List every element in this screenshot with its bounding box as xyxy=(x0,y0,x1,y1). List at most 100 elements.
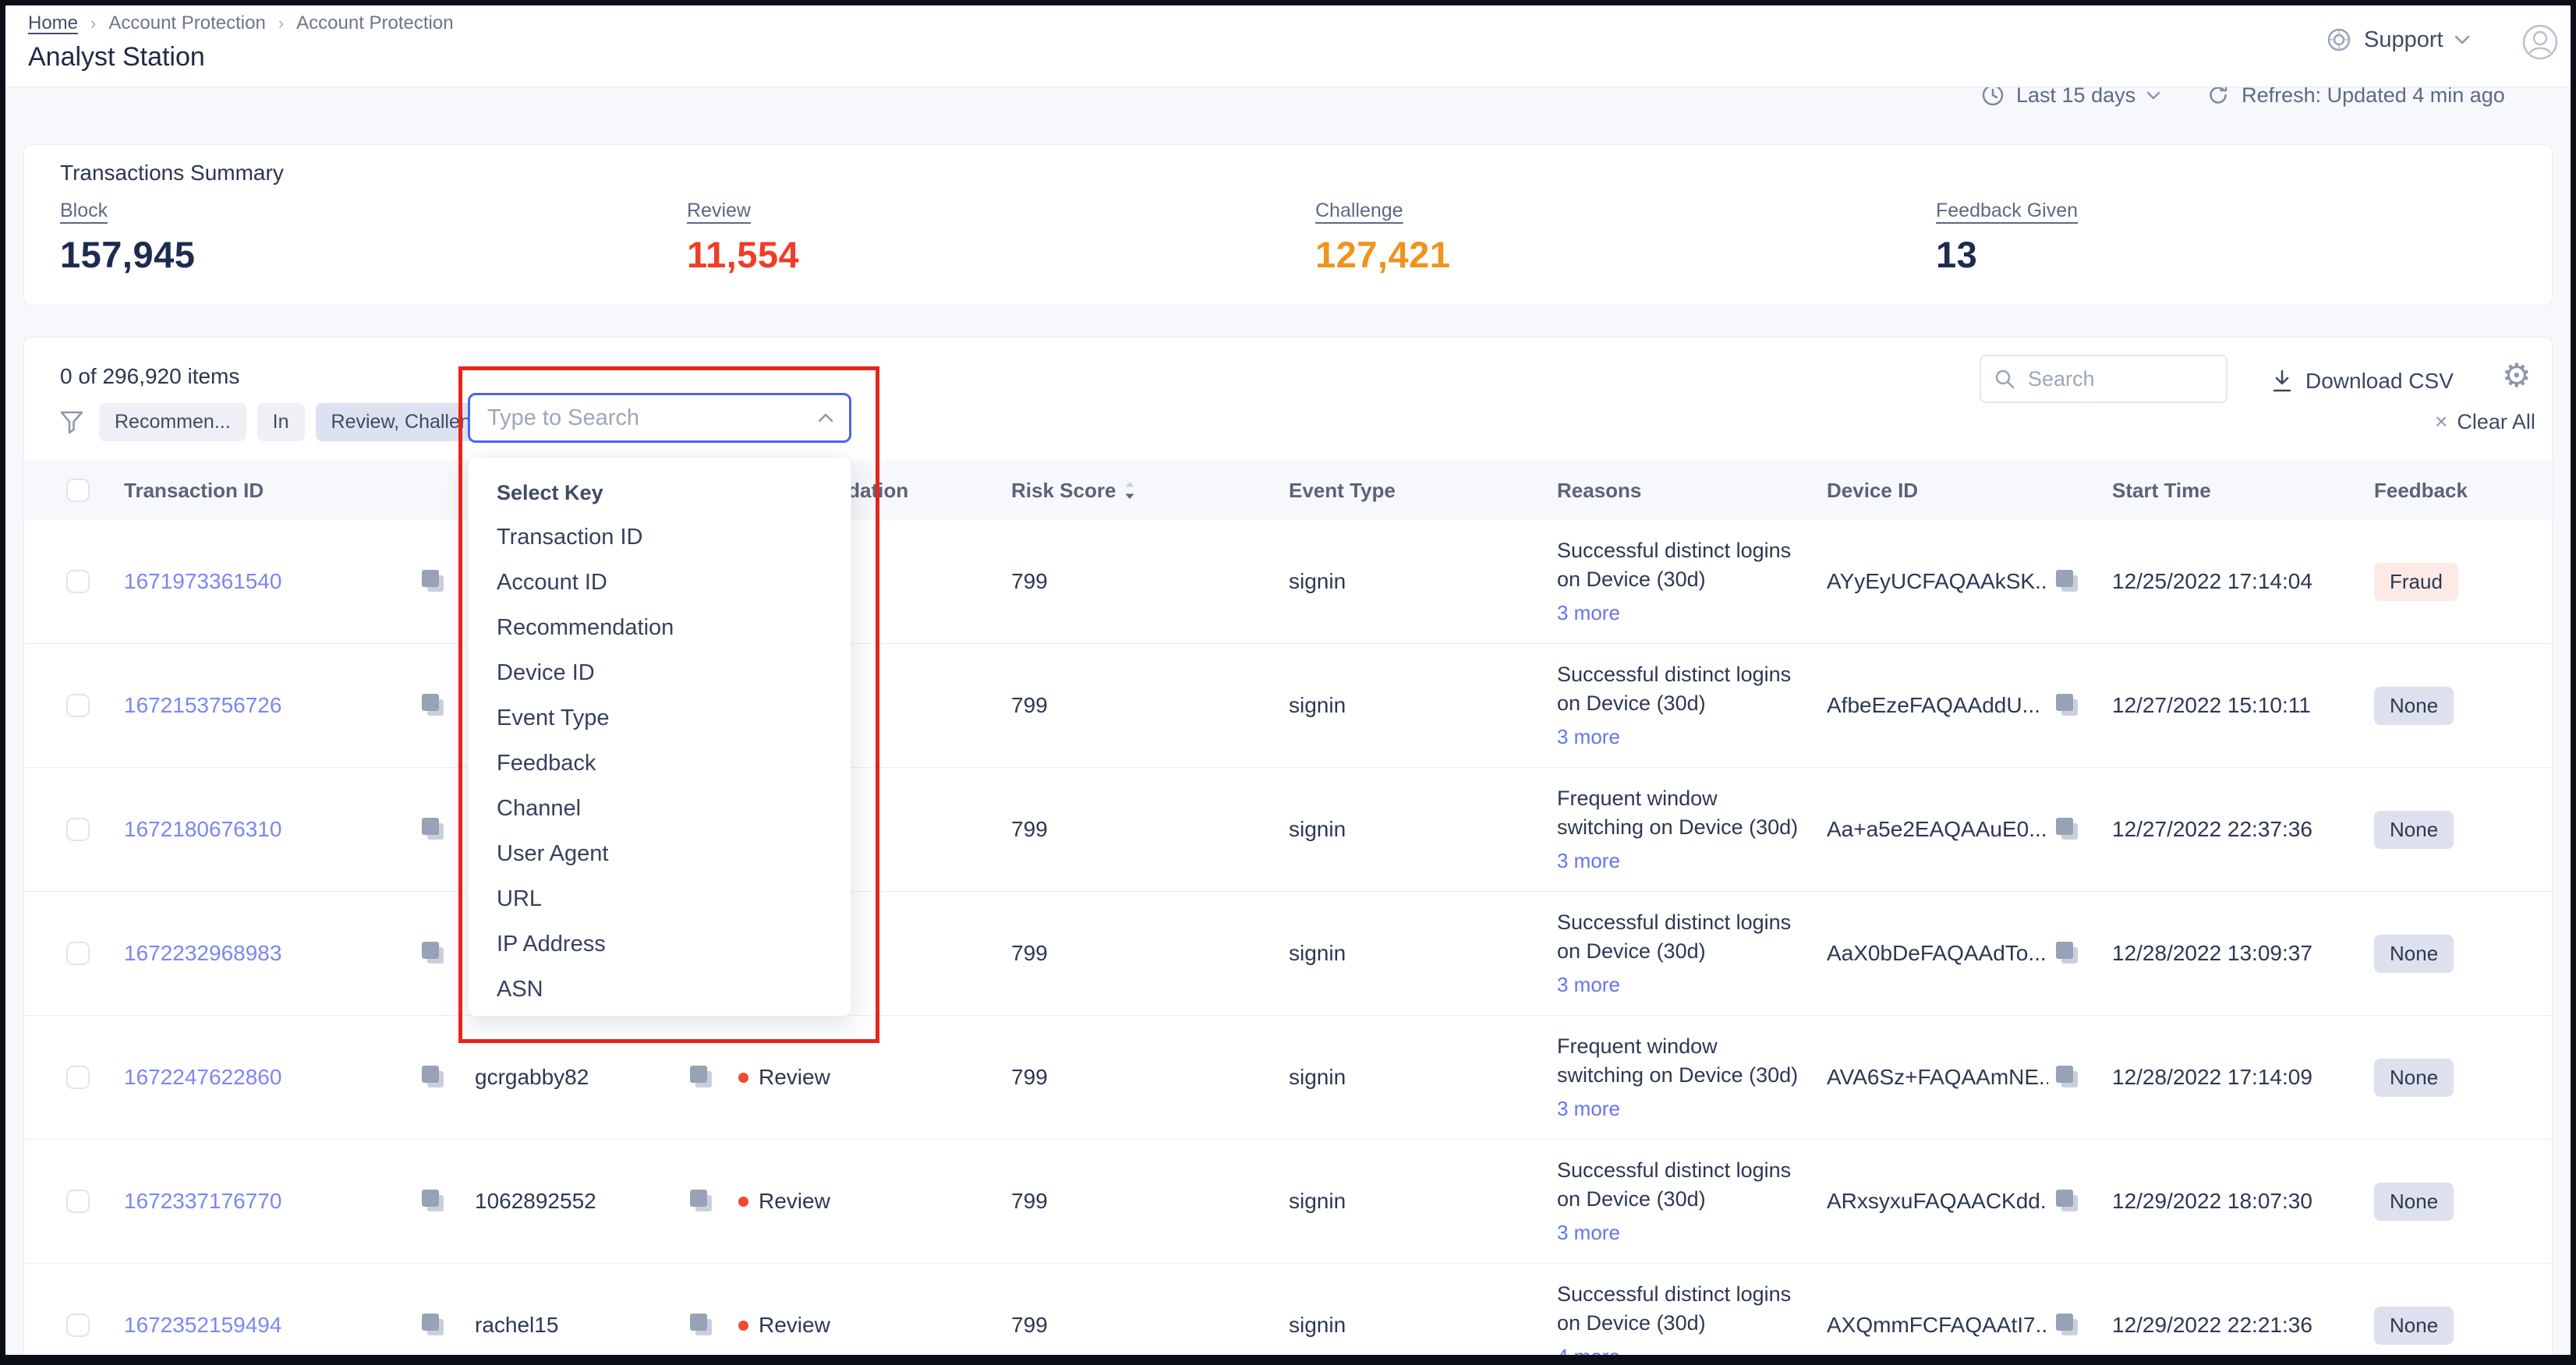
row-checkbox[interactable] xyxy=(66,694,90,717)
more-reasons-link[interactable]: 3 more xyxy=(1557,971,1620,999)
stat-label[interactable]: Block xyxy=(60,200,195,222)
key-option-event-type[interactable]: Event Type xyxy=(469,695,851,741)
copy-account-id-icon[interactable] xyxy=(690,1016,713,1139)
row-checkbox[interactable] xyxy=(66,1066,90,1089)
filter-row: Recommen...InReview, Challenge xyxy=(58,403,508,441)
more-reasons-link[interactable]: 3 more xyxy=(1557,1218,1620,1247)
sort-icon[interactable] xyxy=(1123,479,1136,501)
transaction-id-link[interactable]: 1672352159494 xyxy=(124,1313,281,1338)
filter-chip[interactable]: In xyxy=(257,403,305,441)
copy-transaction-id-icon[interactable] xyxy=(422,768,445,891)
support-menu[interactable]: Support xyxy=(2325,26,2470,54)
reason-line: Frequent window xyxy=(1557,784,1718,813)
key-option-recommendation[interactable]: Recommendation xyxy=(469,605,851,650)
transaction-id-link[interactable]: 1672180676310 xyxy=(124,817,281,842)
copy-transaction-id-icon[interactable] xyxy=(422,644,445,767)
copy-transaction-id-icon[interactable] xyxy=(422,1016,445,1139)
stat-label[interactable]: Challenge xyxy=(1315,200,1450,222)
table-search-box[interactable] xyxy=(1980,355,2227,403)
transaction-id-link[interactable]: 1672337176770 xyxy=(124,1189,281,1214)
copy-device-id-icon[interactable] xyxy=(2056,520,2079,643)
row-checkbox[interactable] xyxy=(66,818,90,841)
key-option-url[interactable]: URL xyxy=(469,876,851,921)
copy-device-id-icon[interactable] xyxy=(2056,1140,2079,1263)
copy-device-id-icon[interactable] xyxy=(2056,768,2079,891)
copy-account-id-icon[interactable] xyxy=(690,1264,713,1365)
transaction-id-cell: 1672153756726 xyxy=(124,644,281,767)
clear-all-button[interactable]: × Clear All xyxy=(2435,409,2535,434)
header-risk-score[interactable]: Risk Score xyxy=(1011,461,1136,520)
device-id-cell: AYyEyUCFAQAAkSK... xyxy=(1827,520,2048,643)
row-checkbox[interactable] xyxy=(66,942,90,965)
copy-transaction-id-icon[interactable] xyxy=(422,892,445,1015)
key-option-feedback[interactable]: Feedback xyxy=(469,741,851,786)
page-title: Analyst Station xyxy=(28,42,205,72)
analyst-station-screen: Home › Account Protection › Account Prot… xyxy=(0,0,2576,1365)
transaction-id-link[interactable]: 1672153756726 xyxy=(124,693,281,718)
key-dropdown-panel: Select Key Transaction IDAccount IDRecom… xyxy=(468,457,851,1017)
gear-icon[interactable]: ⚙ xyxy=(2502,356,2532,394)
copy-transaction-id-icon[interactable] xyxy=(422,1264,445,1365)
copy-transaction-id-icon[interactable] xyxy=(422,520,445,643)
copy-device-id-icon[interactable] xyxy=(2056,644,2079,767)
table-row: 1672232968983 799 signin Successful dist… xyxy=(24,892,2552,1016)
more-reasons-link[interactable]: 3 more xyxy=(1557,1094,1620,1123)
feedback-badge: None xyxy=(2374,1183,2454,1221)
risk-score: 799 xyxy=(1011,1264,1048,1365)
key-option-channel[interactable]: Channel xyxy=(469,786,851,831)
key-option-device-id[interactable]: Device ID xyxy=(469,650,851,695)
copy-device-id-icon[interactable] xyxy=(2056,1016,2079,1139)
account-id: gcrgabby82 xyxy=(475,1016,589,1139)
key-option-ip-address[interactable]: IP Address xyxy=(469,921,851,967)
start-time: 12/25/2022 17:14:04 xyxy=(2112,520,2312,643)
filter-chip[interactable]: Recommen... xyxy=(99,403,246,441)
key-dropdown-header: Select Key xyxy=(497,481,851,505)
key-option-asn[interactable]: ASN xyxy=(469,967,851,1012)
download-csv-button[interactable]: Download CSV xyxy=(2271,364,2454,398)
key-dropdown-trigger[interactable] xyxy=(468,393,851,443)
key-option-transaction-id[interactable]: Transaction ID xyxy=(469,515,851,560)
copy-transaction-id-icon[interactable] xyxy=(422,1140,445,1263)
search-input[interactable] xyxy=(2026,366,2213,392)
key-option-account-id[interactable]: Account ID xyxy=(469,560,851,605)
reason-line: switching on Device (30d) xyxy=(1557,1061,1798,1090)
row-checkbox[interactable] xyxy=(66,570,90,593)
transactions-table-card: 0 of 296,920 items Download CSV ⚙ Recomm… xyxy=(23,337,2553,1365)
risk-score: 799 xyxy=(1011,892,1048,1015)
stat-challenge: Challenge 127,421 xyxy=(1315,200,1450,276)
key-option-user-agent[interactable]: User Agent xyxy=(469,831,851,876)
copy-account-id-icon[interactable] xyxy=(690,1140,713,1263)
breadcrumb: Home › Account Protection › Account Prot… xyxy=(28,12,454,34)
select-all-checkbox[interactable] xyxy=(66,479,90,502)
stat-label[interactable]: Review xyxy=(687,200,799,222)
transaction-id-cell: 1672352159494 xyxy=(124,1264,281,1365)
reason-line: on Device (30d) xyxy=(1557,937,1706,966)
breadcrumb-home-link[interactable]: Home xyxy=(28,12,78,34)
row-checkbox[interactable] xyxy=(66,1314,90,1337)
transaction-id-link[interactable]: 1671973361540 xyxy=(124,569,281,594)
start-time: 12/28/2022 13:09:37 xyxy=(2112,892,2312,1015)
transaction-id-link[interactable]: 1672247622860 xyxy=(124,1065,281,1090)
copy-device-id-icon[interactable] xyxy=(2056,1264,2079,1365)
stat-label[interactable]: Feedback Given xyxy=(1936,200,2078,222)
breadcrumb-item[interactable]: Account Protection xyxy=(108,12,265,34)
user-avatar[interactable] xyxy=(2521,23,2559,61)
row-checkbox[interactable] xyxy=(66,1190,90,1213)
more-reasons-link[interactable]: 3 more xyxy=(1557,599,1620,628)
more-reasons-link[interactable]: 3 more xyxy=(1557,847,1620,875)
frame-border xyxy=(0,1355,2576,1365)
device-id: AVA6Sz+FAQAAmNE... xyxy=(1827,1065,2048,1090)
feedback-badge: None xyxy=(2374,811,2454,849)
chevron-up-icon[interactable] xyxy=(818,413,833,423)
device-id: AfbeEzeFAQAAddU... xyxy=(1827,693,2040,718)
row-checkbox-cell xyxy=(66,1264,90,1365)
row-checkbox-cell xyxy=(66,768,90,891)
event-type: signin xyxy=(1289,768,1346,891)
table-row: 1672352159494 rachel15 Review 799 signin… xyxy=(24,1264,2552,1365)
copy-device-id-icon[interactable] xyxy=(2056,892,2079,1015)
more-reasons-link[interactable]: 3 more xyxy=(1557,723,1620,751)
start-time: 12/29/2022 18:07:30 xyxy=(2112,1140,2312,1263)
transaction-id-link[interactable]: 1672232968983 xyxy=(124,941,281,966)
key-search-input[interactable] xyxy=(486,405,810,432)
stat-value: 11,554 xyxy=(687,233,799,276)
